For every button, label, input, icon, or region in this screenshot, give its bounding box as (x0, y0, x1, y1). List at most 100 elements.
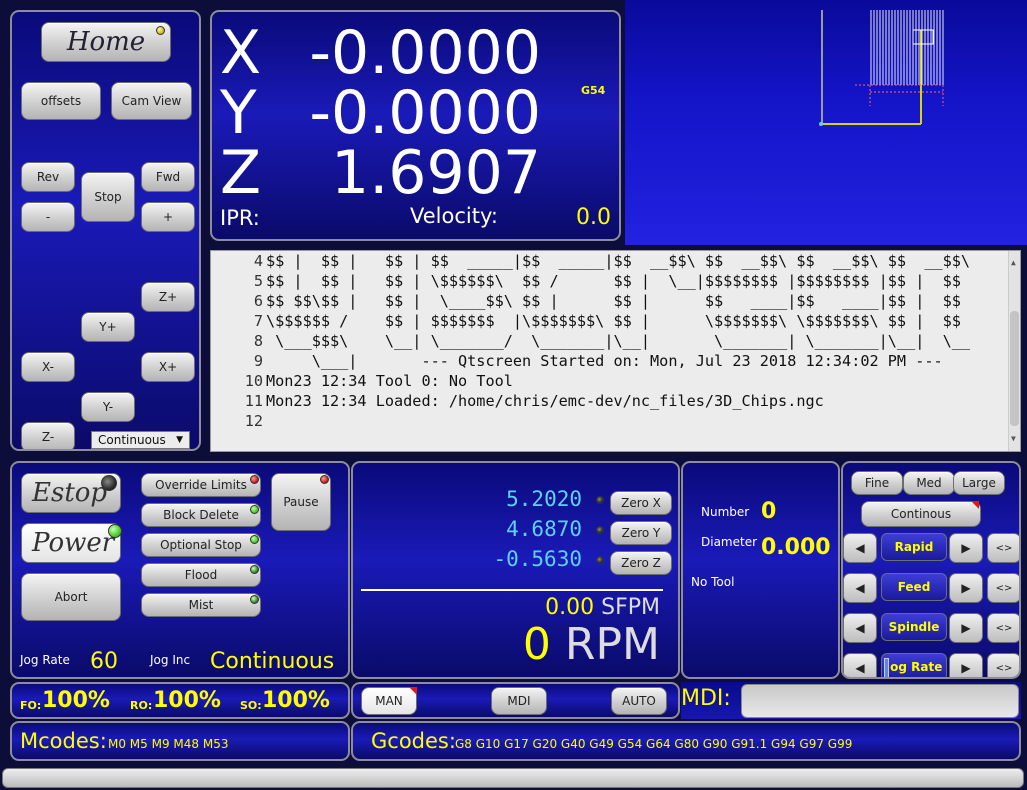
jog-y-plus-button[interactable]: Y+ (81, 312, 135, 342)
mdi-label: MDI: (681, 686, 731, 711)
work-panel: 5.2020 Zero X 4.6870 Zero Y -0.5630 Zero… (351, 461, 680, 679)
line-number: 8 (253, 332, 263, 350)
scroll-thumb[interactable] (1010, 311, 1019, 426)
spindle-toggle-button[interactable]: <> (987, 613, 1019, 643)
jog-rate-label: Jog Rate (20, 653, 70, 667)
mcodes-label: Mcodes: (20, 729, 107, 753)
jog-x-plus-button[interactable]: X+ (141, 352, 195, 382)
line-number: 11 (244, 392, 263, 410)
relative-x-value: 5.2020 (506, 487, 582, 511)
mist-led (250, 595, 259, 604)
spindle-override-slider[interactable]: Spindle (881, 613, 947, 641)
spindle-increase-button[interactable]: ▶ (949, 613, 983, 643)
coordinate-system-label: G54 (581, 84, 606, 97)
home-button[interactable]: Home (41, 22, 171, 62)
line-text: $$ | $$ | $$ | \$$$$$$\ $$ / $$ | \__|$$… (266, 272, 961, 290)
jog-rate-decrease-button[interactable]: ◀ (843, 653, 877, 677)
mdi-bar: MDI: (681, 682, 1021, 719)
tab-auto[interactable]: AUTO (611, 687, 667, 715)
relative-z-value: -0.5630 (493, 547, 582, 571)
tool-name: No Tool (691, 575, 735, 589)
velocity-label: Velocity: (410, 204, 498, 228)
feed-override-slider[interactable]: Feed (881, 573, 947, 601)
line-number: 10 (244, 372, 263, 390)
spindle-stop-button[interactable]: Stop (81, 172, 135, 222)
rapid-decrease-button[interactable]: ◀ (843, 533, 877, 563)
spindle-fwd-button[interactable]: Fwd (141, 162, 195, 192)
override-readout: FO: 100% RO: 100% SO: 100% (10, 682, 350, 719)
velocity-value: 0.0 (576, 205, 611, 230)
dro-z-label: Z (220, 138, 262, 208)
mcodes-value: M0 M5 M9 M48 M53 (108, 737, 229, 751)
mist-button[interactable]: Mist (141, 593, 261, 617)
cam-view-button[interactable]: Cam View (111, 82, 192, 120)
continous-selected-marker (971, 501, 979, 509)
power-button[interactable]: Power (21, 523, 121, 563)
rapid-increase-button[interactable]: ▶ (949, 533, 983, 563)
spindle-label: Spindle (888, 620, 940, 634)
jog-increment-select[interactable]: Continuous ▼ (91, 431, 190, 449)
tool-diameter-label: Diameter (701, 535, 758, 549)
tool-diameter-value: 0.000 (761, 535, 831, 560)
console-line: 10 Mon23 12:34 Tool 0: No Tool (211, 371, 1011, 391)
spindle-increase-button[interactable]: + (141, 202, 195, 232)
jog-rate-slider-handle[interactable] (884, 658, 889, 677)
jog-z-plus-button[interactable]: Z+ (141, 282, 195, 312)
scroll-up-icon[interactable]: ▲ (1011, 253, 1016, 273)
pause-led (320, 475, 329, 484)
line-text: $$ | $$ | $$ | $$ _____|$$ _____|$$ __$$… (266, 252, 971, 270)
flood-button[interactable]: Flood (141, 563, 261, 587)
gcode-preview[interactable] (625, 0, 1027, 245)
feed-toggle-label: <> (995, 582, 1013, 594)
jog-large-button[interactable]: Large (953, 471, 1005, 495)
mdi-input[interactable] (741, 684, 1019, 718)
jog-panel: Home offsets Cam View Rev Stop Fwd - + Z… (10, 10, 201, 451)
jog-increment-value: Continuous (98, 433, 166, 447)
spindle-decrease-button[interactable]: - (21, 202, 75, 232)
jog-x-minus-button[interactable]: X- (21, 352, 75, 382)
jog-rate-increase-button[interactable]: ▶ (949, 653, 983, 677)
console-log[interactable]: ▲ ▼ 4 $$ | $$ | $$ | $$ _____|$$ _____|$… (210, 250, 1021, 452)
jog-y-minus-button[interactable]: Y- (81, 392, 135, 422)
rapid-override-slider[interactable]: Rapid (881, 533, 947, 561)
line-number: 6 (253, 292, 263, 310)
scroll-down-icon[interactable]: ▼ (1011, 429, 1016, 449)
so-value: 100% (262, 688, 330, 713)
zero-x-button[interactable]: Zero X (610, 491, 672, 515)
jog-rate-toggle-button[interactable]: <> (987, 653, 1019, 677)
line-text: $$ $$\$$ | $$ | \____$$\ $$ | $$ | $$ __… (266, 292, 961, 310)
console-line: 12 (211, 411, 1011, 431)
line-text: Mon23 12:34 Tool 0: No Tool (266, 372, 513, 390)
feed-toggle-button[interactable]: <> (987, 573, 1019, 603)
line-number: 9 (253, 352, 263, 370)
offsets-button[interactable]: offsets (21, 82, 101, 120)
jog-continous-button[interactable]: Continous (861, 501, 981, 527)
override-limits-button[interactable]: Override Limits (141, 473, 261, 497)
estop-led (101, 475, 117, 491)
rapid-toggle-button[interactable]: <> (987, 533, 1019, 563)
tab-mdi[interactable]: MDI (491, 687, 547, 715)
optional-stop-led (250, 535, 259, 544)
feed-decrease-button[interactable]: ◀ (843, 573, 877, 603)
so-label: SO: (240, 699, 262, 712)
spindle-decrease-button[interactable]: ◀ (843, 613, 877, 643)
abort-button[interactable]: Abort (21, 573, 121, 621)
console-line: 5 $$ | $$ | $$ | \$$$$$$\ $$ / $$ | \__|… (211, 271, 1011, 291)
jog-med-button[interactable]: Med (903, 471, 955, 495)
jog-rate-slider[interactable]: Jog Rate (881, 653, 947, 677)
zero-y-button[interactable]: Zero Y (610, 521, 672, 545)
rpm-unit: RPM (564, 619, 660, 670)
line-number: 7 (253, 312, 263, 330)
jog-rate-slider-label: Jog Rate (885, 660, 943, 674)
jog-fine-button[interactable]: Fine (851, 471, 903, 495)
block-delete-led (250, 505, 259, 514)
zero-z-button[interactable]: Zero Z (610, 551, 672, 575)
line-text: \___$$$\ \__| \_______/ \_______|\__| \_… (266, 332, 971, 350)
block-delete-button[interactable]: Block Delete (141, 503, 261, 527)
status-bar (2, 768, 1024, 788)
jog-z-minus-button[interactable]: Z- (21, 422, 75, 449)
home-led (156, 26, 165, 35)
feed-increase-button[interactable]: ▶ (949, 573, 983, 603)
optional-stop-button[interactable]: Optional Stop (141, 533, 261, 557)
spindle-rev-button[interactable]: Rev (21, 162, 75, 192)
